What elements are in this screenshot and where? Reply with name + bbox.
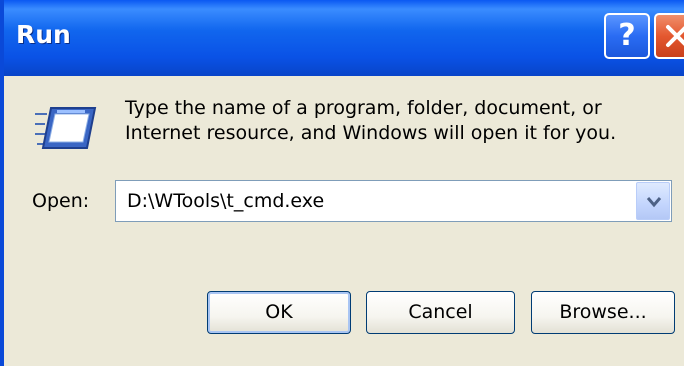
title-bar[interactable]: Run ?	[4, 0, 684, 76]
close-button[interactable]	[654, 13, 684, 59]
run-icon	[35, 107, 97, 149]
open-label: Open:	[32, 190, 90, 212]
cancel-button[interactable]: Cancel	[366, 291, 515, 334]
open-combobox[interactable]: D:\WTools\t_cmd.exe	[115, 180, 672, 222]
open-input[interactable]: D:\WTools\t_cmd.exe	[127, 190, 324, 212]
chevron-down-icon	[646, 197, 662, 208]
browse-button[interactable]: Browse...	[531, 291, 675, 334]
instructions-text: Type the name of a program, folder, docu…	[125, 97, 617, 144]
window-title: Run	[16, 20, 71, 49]
dropdown-button[interactable]	[636, 182, 670, 220]
help-icon: ?	[618, 18, 636, 53]
run-dialog: Run ? Type the name of a program, folder…	[0, 0, 684, 366]
help-button[interactable]: ?	[604, 13, 650, 59]
ok-button[interactable]: OK	[207, 291, 351, 334]
close-icon	[666, 25, 684, 47]
